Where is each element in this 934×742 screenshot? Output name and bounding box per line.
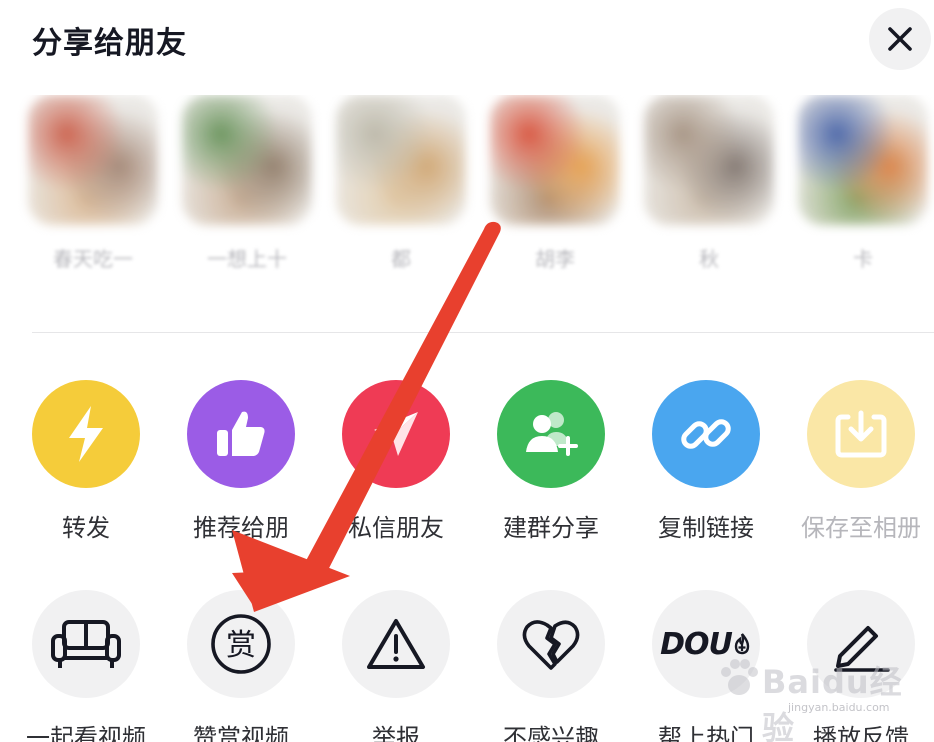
friend-item[interactable]: 春天吃一 <box>18 95 168 305</box>
action-circle <box>187 380 295 488</box>
dou-plus-icon: DOU <box>660 627 752 662</box>
paper-plane-icon <box>374 412 418 456</box>
friend-item[interactable]: 一想上十 <box>172 95 322 305</box>
avatar <box>182 95 312 225</box>
sofa-icon <box>51 620 121 668</box>
close-icon <box>888 27 912 51</box>
dou-plus-text: DOU <box>660 626 733 662</box>
broken-heart-icon <box>522 620 580 670</box>
action-circle <box>32 590 140 698</box>
action-circle: 赏 <box>187 590 295 698</box>
friend-item[interactable]: 都 <box>326 95 476 305</box>
action-circle <box>807 380 915 488</box>
friend-name: 都 <box>391 247 411 271</box>
friend-name: 春天吃一 <box>53 247 133 271</box>
action-circle <box>32 380 140 488</box>
action-label: 私信朋友 <box>348 514 444 542</box>
close-button[interactable] <box>869 8 931 70</box>
link-icon <box>681 419 731 449</box>
avatar <box>336 95 466 225</box>
action-label: 复制链接 <box>658 514 754 542</box>
avatar <box>644 95 774 225</box>
action-label: 推荐给朋 <box>193 514 289 542</box>
pencil-icon <box>834 626 890 672</box>
friend-name: 一想上十 <box>207 247 287 271</box>
lightning-icon <box>69 406 103 462</box>
action-label: 一起看视频 <box>26 724 146 742</box>
avatar <box>490 95 620 225</box>
download-icon <box>835 410 887 458</box>
action-circle <box>652 380 760 488</box>
friend-item[interactable]: 秋 <box>634 95 784 305</box>
avatar <box>798 95 928 225</box>
avatar <box>28 95 158 225</box>
action-label: 保存至相册 <box>801 514 921 542</box>
action-label: 帮上热门 <box>658 724 754 742</box>
friend-item[interactable]: 胡李 <box>480 95 630 305</box>
action-circle <box>342 380 450 488</box>
action-label: 举报 <box>372 724 420 742</box>
friend-name: 胡李 <box>535 247 575 271</box>
friend-name: 秋 <box>699 247 719 271</box>
action-label: 赞赏视频 <box>193 724 289 742</box>
reward-icon-text: 赏 <box>226 628 256 663</box>
action-circle <box>497 380 605 488</box>
divider <box>32 332 934 333</box>
add-group-icon <box>526 412 578 456</box>
action-label: 转发 <box>62 514 110 542</box>
friend-item[interactable]: 卡 <box>788 95 934 305</box>
action-circle <box>807 590 915 698</box>
action-circle <box>497 590 605 698</box>
thumbs-up-icon <box>217 411 265 456</box>
action-circle: DOU <box>652 590 760 698</box>
friend-list: 春天吃一 一想上十 都 胡李 秋 卡 <box>0 95 934 305</box>
action-label: 建群分享 <box>503 514 599 542</box>
action-label: 不感兴趣 <box>503 724 599 742</box>
action-circle <box>342 590 450 698</box>
friend-name: 卡 <box>853 247 873 271</box>
warning-icon <box>367 619 425 669</box>
page-title: 分享给朋友 <box>32 26 187 61</box>
action-label: 播放反馈 <box>813 724 909 742</box>
reward-icon: 赏 <box>211 614 271 674</box>
watermark-sub: jingyan.baidu.com <box>788 701 890 714</box>
flame-plus-icon <box>734 633 750 655</box>
